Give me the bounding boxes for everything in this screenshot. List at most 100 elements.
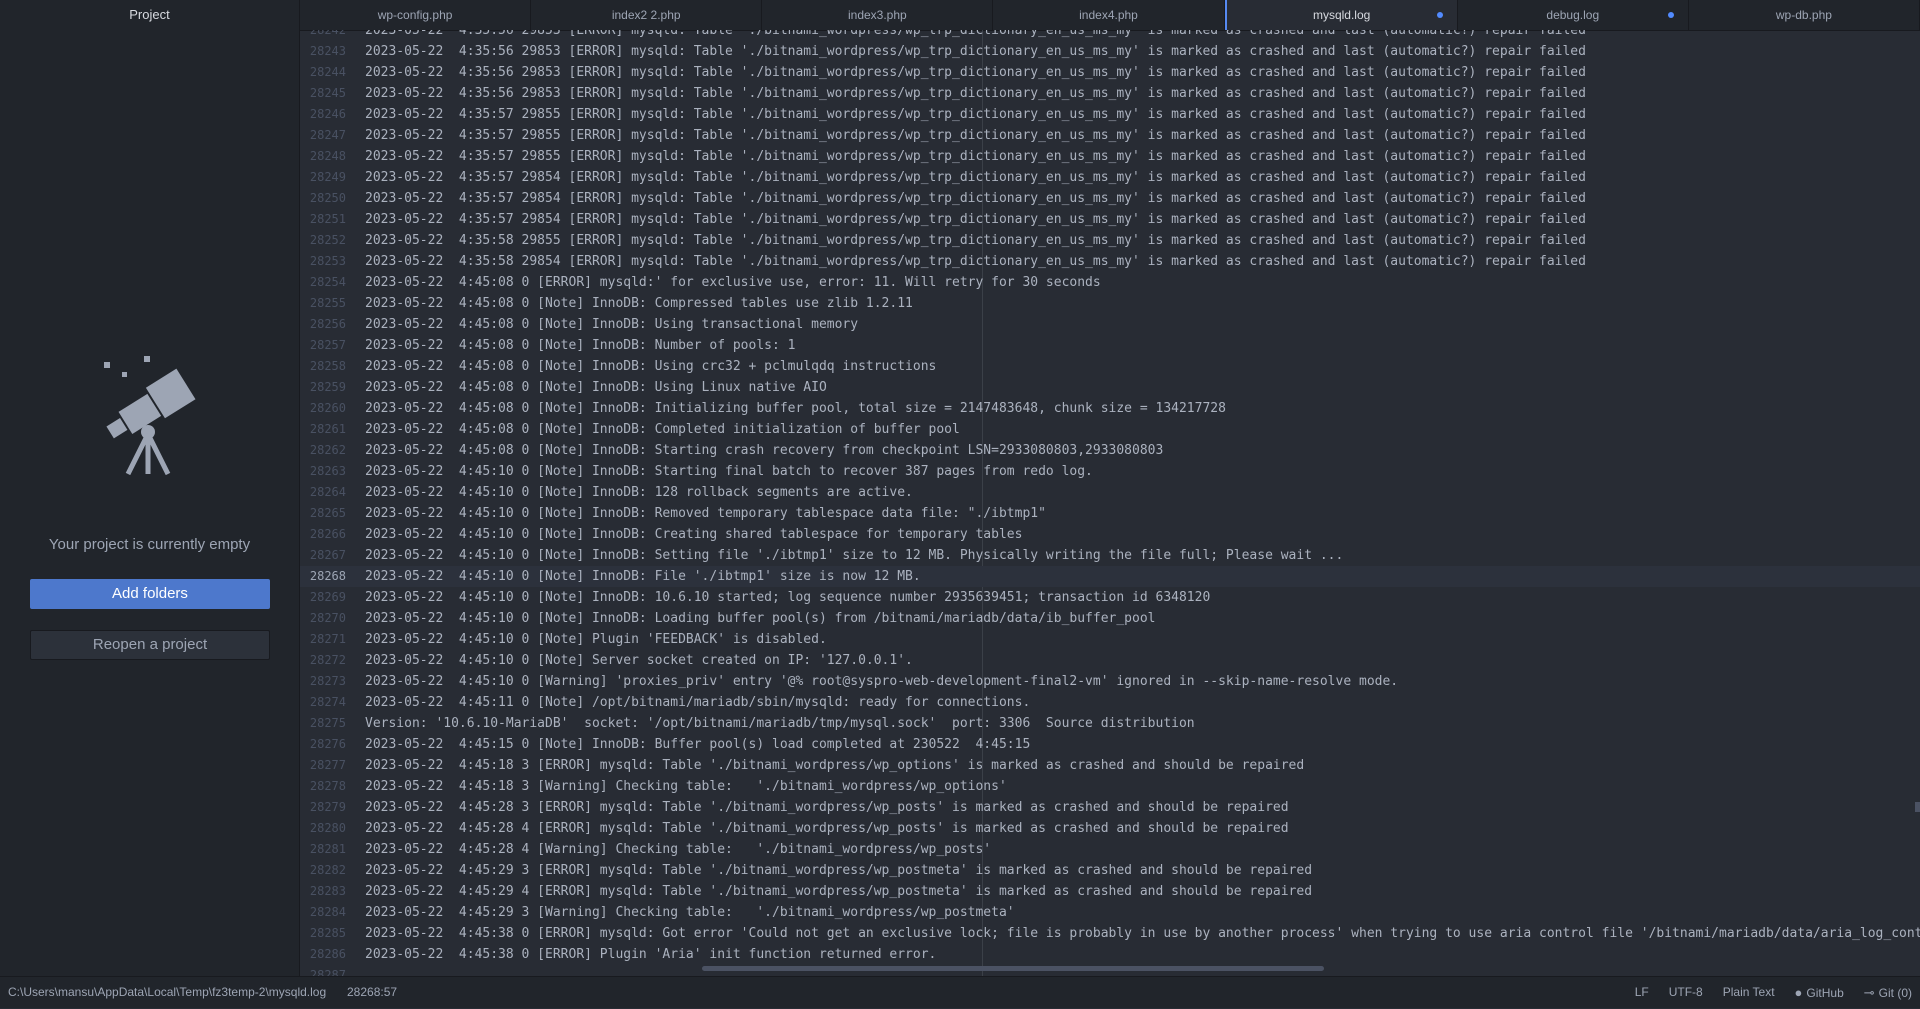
vertical-scrollbar-thumb[interactable] (1915, 802, 1920, 812)
line-number[interactable]: 28264 (300, 482, 365, 503)
line-number[interactable]: 28261 (300, 419, 365, 440)
line-number[interactable]: 28280 (300, 818, 365, 839)
line-number[interactable]: 28273 (300, 671, 365, 692)
editor-line[interactable]: 28269 2023-05-22 4:45:10 0 [Note] InnoDB:… (300, 587, 1920, 608)
status-cursor-position[interactable]: 28268:57 (347, 977, 397, 1008)
editor-line[interactable]: 28280 2023-05-22 4:45:28 4 [ERROR] mysqld… (300, 818, 1920, 839)
status-github[interactable]: ● GitHub (1795, 977, 1844, 1009)
editor-line[interactable]: 28243 2023-05-22 4:35:56 29853 [ERROR] my… (300, 41, 1920, 62)
line-number[interactable]: 28269 (300, 587, 365, 608)
line-number[interactable]: 28265 (300, 503, 365, 524)
editor-line[interactable]: 28247 2023-05-22 4:35:57 29855 [ERROR] my… (300, 125, 1920, 146)
line-number[interactable]: 28274 (300, 692, 365, 713)
editor-line[interactable]: 28258 2023-05-22 4:45:08 0 [Note] InnoDB:… (300, 356, 1920, 377)
line-number[interactable]: 28267 (300, 545, 365, 566)
line-number[interactable]: 28253 (300, 251, 365, 272)
line-number[interactable]: 28283 (300, 881, 365, 902)
editor-line[interactable]: 28284 2023-05-22 4:45:29 3 [Warning] Chec… (300, 902, 1920, 923)
line-number[interactable]: 28251 (300, 209, 365, 230)
line-number[interactable]: 28270 (300, 608, 365, 629)
line-number[interactable]: 28260 (300, 398, 365, 419)
editor-line[interactable]: 28276 2023-05-22 4:45:15 0 [Note] InnoDB:… (300, 734, 1920, 755)
line-number[interactable]: 28271 (300, 629, 365, 650)
line-number[interactable]: 28243 (300, 41, 365, 62)
line-number[interactable]: 28254 (300, 272, 365, 293)
editor-line[interactable]: 28285 2023-05-22 4:45:38 0 [ERROR] mysqld… (300, 923, 1920, 944)
editor-line[interactable]: 28255 2023-05-22 4:45:08 0 [Note] InnoDB:… (300, 293, 1920, 314)
reopen-project-button[interactable]: Reopen a project (30, 630, 270, 660)
line-number[interactable]: 28282 (300, 860, 365, 881)
editor-line[interactable]: 28251 2023-05-22 4:35:57 29854 [ERROR] my… (300, 209, 1920, 230)
status-encoding[interactable]: UTF-8 (1669, 977, 1703, 1009)
sidebar-title[interactable]: Project (0, 0, 299, 30)
line-number[interactable]: 28256 (300, 314, 365, 335)
editor-line[interactable]: 28262 2023-05-22 4:45:08 0 [Note] InnoDB:… (300, 440, 1920, 461)
editor-line[interactable]: 28249 2023-05-22 4:35:57 29854 [ERROR] my… (300, 167, 1920, 188)
editor-line[interactable]: 28273 2023-05-22 4:45:10 0 [Warning] 'pro… (300, 671, 1920, 692)
editor-line[interactable]: 28271 2023-05-22 4:45:10 0 [Note] Plugin … (300, 629, 1920, 650)
line-number[interactable]: 28284 (300, 902, 365, 923)
editor-line[interactable]: 28286 2023-05-22 4:45:38 0 [ERROR] Plugin… (300, 944, 1920, 965)
tab-2[interactable]: index3.php (762, 0, 994, 30)
line-number[interactable]: 28266 (300, 524, 365, 545)
line-number[interactable]: 28250 (300, 188, 365, 209)
line-number[interactable]: 28281 (300, 839, 365, 860)
editor-line[interactable]: 28242 2023-05-22 4:35:56 29853 [ERROR] my… (300, 30, 1920, 41)
line-number[interactable]: 28258 (300, 356, 365, 377)
tab-4[interactable]: mysqld.log (1224, 0, 1458, 30)
editor-line[interactable]: 28281 2023-05-22 4:45:28 4 [Warning] Chec… (300, 839, 1920, 860)
editor-line[interactable]: 28244 2023-05-22 4:35:56 29853 [ERROR] my… (300, 62, 1920, 83)
editor-line[interactable]: 28252 2023-05-22 4:35:58 29855 [ERROR] my… (300, 230, 1920, 251)
line-number[interactable]: 28268 (300, 566, 365, 587)
editor-line[interactable]: 28256 2023-05-22 4:45:08 0 [Note] InnoDB:… (300, 314, 1920, 335)
editor-line[interactable]: 28248 2023-05-22 4:35:57 29855 [ERROR] my… (300, 146, 1920, 167)
status-line-ending[interactable]: LF (1635, 977, 1649, 1009)
editor-line[interactable]: 28272 2023-05-22 4:45:10 0 [Note] Server … (300, 650, 1920, 671)
line-number[interactable]: 28263 (300, 461, 365, 482)
line-number[interactable]: 28259 (300, 377, 365, 398)
line-number[interactable]: 28287 (300, 965, 365, 976)
line-number[interactable]: 28245 (300, 83, 365, 104)
editor-line[interactable]: 28250 2023-05-22 4:35:57 29854 [ERROR] my… (300, 188, 1920, 209)
editor-line[interactable]: 28261 2023-05-22 4:45:08 0 [Note] InnoDB:… (300, 419, 1920, 440)
status-grammar[interactable]: Plain Text (1723, 977, 1775, 1009)
line-number[interactable]: 28252 (300, 230, 365, 251)
editor-line[interactable]: 28278 2023-05-22 4:45:18 3 [Warning] Chec… (300, 776, 1920, 797)
tab-6[interactable]: wp-db.php (1689, 0, 1920, 30)
editor-line[interactable]: 28279 2023-05-22 4:45:28 3 [ERROR] mysqld… (300, 797, 1920, 818)
editor-line[interactable]: 28274 2023-05-22 4:45:11 0 [Note] /opt/bi… (300, 692, 1920, 713)
status-git[interactable]: ⊸ Git (0) (1864, 977, 1912, 1009)
editor-line[interactable]: 28265 2023-05-22 4:45:10 0 [Note] InnoDB:… (300, 503, 1920, 524)
editor-line[interactable]: 28266 2023-05-22 4:45:10 0 [Note] InnoDB:… (300, 524, 1920, 545)
status-file-path[interactable]: C:\Users\mansu\AppData\Local\Temp\fz3tem… (8, 977, 326, 1008)
tab-0[interactable]: wp-config.php (300, 0, 532, 30)
line-number[interactable]: 28262 (300, 440, 365, 461)
line-number[interactable]: 28285 (300, 923, 365, 944)
editor-line[interactable]: 28264 2023-05-22 4:45:10 0 [Note] InnoDB:… (300, 482, 1920, 503)
tab-1[interactable]: index2 2.php (531, 0, 763, 30)
tab-3[interactable]: index4.php (993, 0, 1225, 30)
line-number[interactable]: 28286 (300, 944, 365, 965)
line-number[interactable]: 28249 (300, 167, 365, 188)
line-number[interactable]: 28248 (300, 146, 365, 167)
editor-line[interactable]: 28260 2023-05-22 4:45:08 0 [Note] InnoDB:… (300, 398, 1920, 419)
line-number[interactable]: 28277 (300, 755, 365, 776)
line-number[interactable]: 28276 (300, 734, 365, 755)
line-number[interactable]: 28272 (300, 650, 365, 671)
line-number[interactable]: 28279 (300, 797, 365, 818)
editor-line[interactable]: 28270 2023-05-22 4:45:10 0 [Note] InnoDB:… (300, 608, 1920, 629)
editor-line[interactable]: 28257 2023-05-22 4:45:08 0 [Note] InnoDB:… (300, 335, 1920, 356)
line-number[interactable]: 28278 (300, 776, 365, 797)
editor-line[interactable]: 28277 2023-05-22 4:45:18 3 [ERROR] mysqld… (300, 755, 1920, 776)
editor-line[interactable]: 28245 2023-05-22 4:35:56 29853 [ERROR] my… (300, 83, 1920, 104)
line-number[interactable]: 28275 (300, 713, 365, 734)
editor-line[interactable]: 28253 2023-05-22 4:35:58 29854 [ERROR] my… (300, 251, 1920, 272)
editor-line[interactable]: 28267 2023-05-22 4:45:10 0 [Note] InnoDB:… (300, 545, 1920, 566)
editor-line[interactable]: 28268 2023-05-22 4:45:10 0 [Note] InnoDB:… (300, 566, 1920, 587)
modified-dot-icon[interactable] (1436, 12, 1443, 18)
editor-line[interactable]: 28263 2023-05-22 4:45:10 0 [Note] InnoDB:… (300, 461, 1920, 482)
editor-line[interactable]: 28282 2023-05-22 4:45:29 3 [ERROR] mysqld… (300, 860, 1920, 881)
editor-line[interactable]: 28283 2023-05-22 4:45:29 4 [ERROR] mysqld… (300, 881, 1920, 902)
text-editor[interactable]: 28242 2023-05-22 4:35:56 29853 [ERROR] my… (300, 30, 1920, 976)
modified-dot-icon[interactable] (1667, 12, 1674, 18)
